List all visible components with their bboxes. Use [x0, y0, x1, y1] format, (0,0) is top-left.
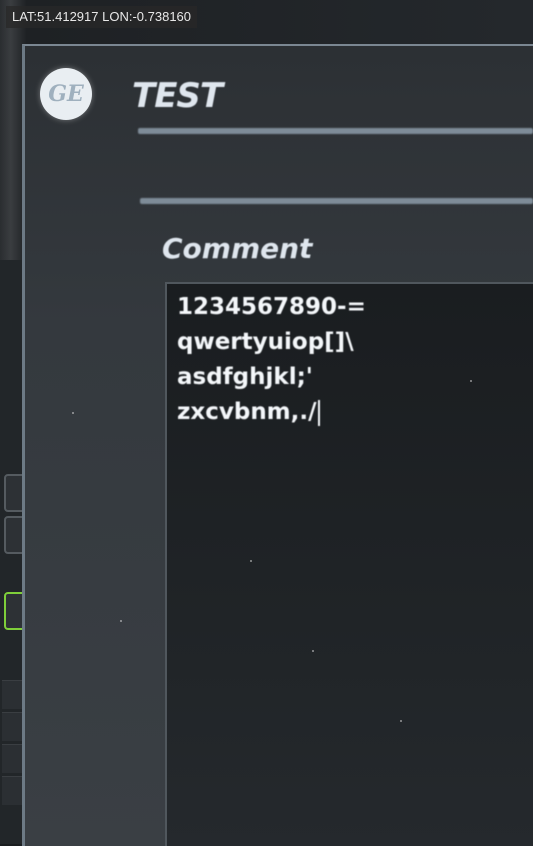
comment-textarea[interactable]: 1234567890-= qwertyuiop[]\ asdfghjkl;' z…: [165, 282, 533, 846]
left-control-rail: [0, 260, 26, 844]
comment-line: zxcvbnm,./: [177, 399, 317, 425]
side-slot: [2, 712, 22, 741]
screen-dust: [400, 720, 402, 722]
screen-dust: [250, 560, 252, 562]
comment-line: asdfghjkl;': [177, 364, 313, 390]
comment-label: Comment: [162, 232, 313, 265]
side-slot: [2, 680, 22, 709]
text-cursor: [317, 399, 320, 426]
screen-dust: [312, 650, 314, 652]
gps-coordinates-overlay: LAT:51.412917 LON:-0.738160: [6, 6, 198, 28]
comment-line: 1234567890-=: [177, 294, 366, 320]
side-slot: [2, 744, 22, 773]
comment-line: qwertyuiop[]\: [177, 329, 354, 355]
ge-logo-icon: GE: [40, 68, 92, 120]
logo-text: GE: [48, 81, 84, 107]
page-title: TEST: [132, 76, 223, 116]
screen-dust: [470, 380, 472, 382]
header-divider: [138, 128, 533, 134]
comment-text-content: 1234567890-= qwertyuiop[]\ asdfghjkl;' z…: [177, 290, 527, 430]
screen-dust: [72, 412, 74, 414]
section-divider: [140, 198, 533, 204]
side-slot: [2, 776, 22, 805]
screen-dust: [120, 620, 122, 622]
